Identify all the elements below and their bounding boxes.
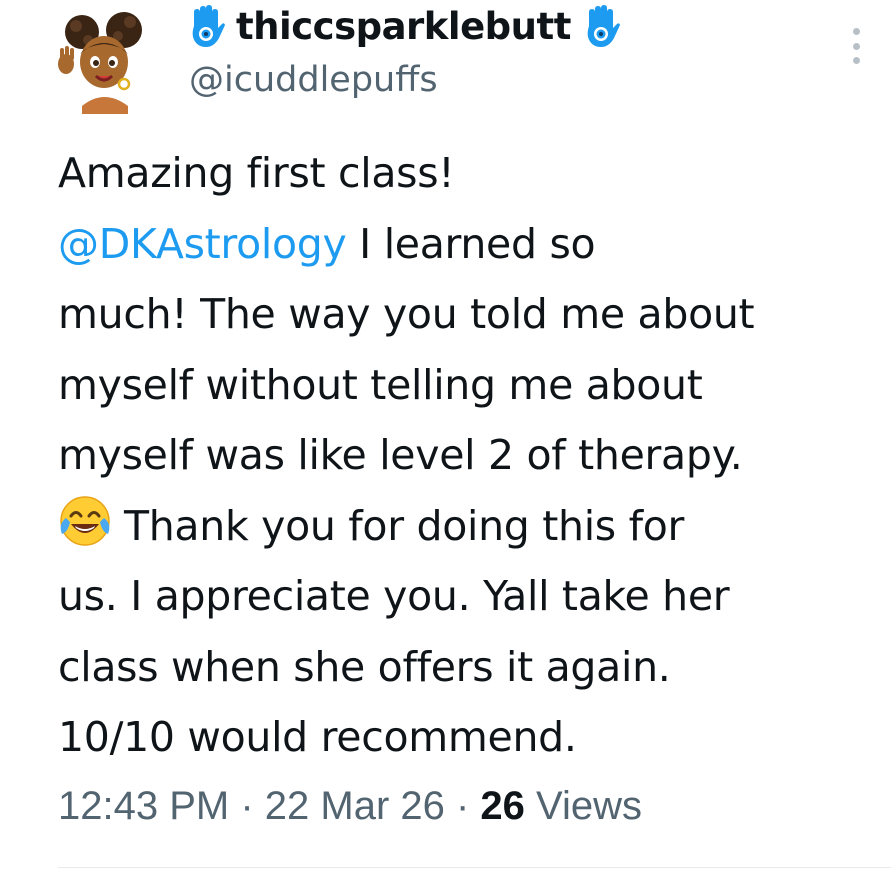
tweet-time[interactable]: 12:43 PM	[58, 784, 229, 828]
display-name-row: thiccsparklebutt	[186, 4, 621, 48]
hamsa-hand-icon	[581, 4, 621, 48]
user-handle[interactable]: @icuddlepuffs	[189, 60, 438, 100]
views-count[interactable]: 26	[480, 784, 525, 828]
meta-separator: ·	[229, 784, 265, 828]
hamsa-hand-icon	[186, 4, 226, 48]
tweet-line: 10/10 would recommend.	[58, 713, 577, 761]
tweet-metadata: 12:43 PM · 22 Mar 26 · 26 Views	[58, 784, 642, 829]
tweet-date[interactable]: 22 Mar 26	[265, 784, 445, 828]
tweet-text: Amazing first class! @DKAstrology I lear…	[58, 138, 888, 773]
avatar-illustration	[58, 12, 142, 114]
tweet-line: myself was like level 2 of therapy.	[58, 431, 743, 479]
display-name[interactable]: thiccsparklebutt	[236, 5, 571, 48]
tweet-line: class when she offers it again.	[58, 642, 671, 691]
views-label: Views	[524, 784, 643, 828]
tweet-line: @DKAstrology I learned so	[58, 219, 596, 268]
meta-separator: ·	[444, 784, 481, 828]
tweet-line: myself without telling me about	[58, 360, 703, 409]
tweet-line: Amazing first class!	[58, 149, 455, 197]
more-vertical-icon[interactable]	[846, 28, 866, 64]
tweet-card: thiccsparklebutt @icuddlepuffs Amazing f…	[0, 0, 891, 891]
tweet-line: Thank you for doing this for	[58, 491, 888, 562]
tweet-line: much! The way you told me about	[58, 290, 755, 338]
divider	[58, 867, 891, 868]
avatar[interactable]	[52, 10, 156, 114]
tweet-line: us. I appreciate you. Yall take her	[58, 572, 730, 620]
mention-link[interactable]: @DKAstrology	[58, 220, 347, 268]
face-with-tears-of-joy-icon	[58, 494, 112, 548]
